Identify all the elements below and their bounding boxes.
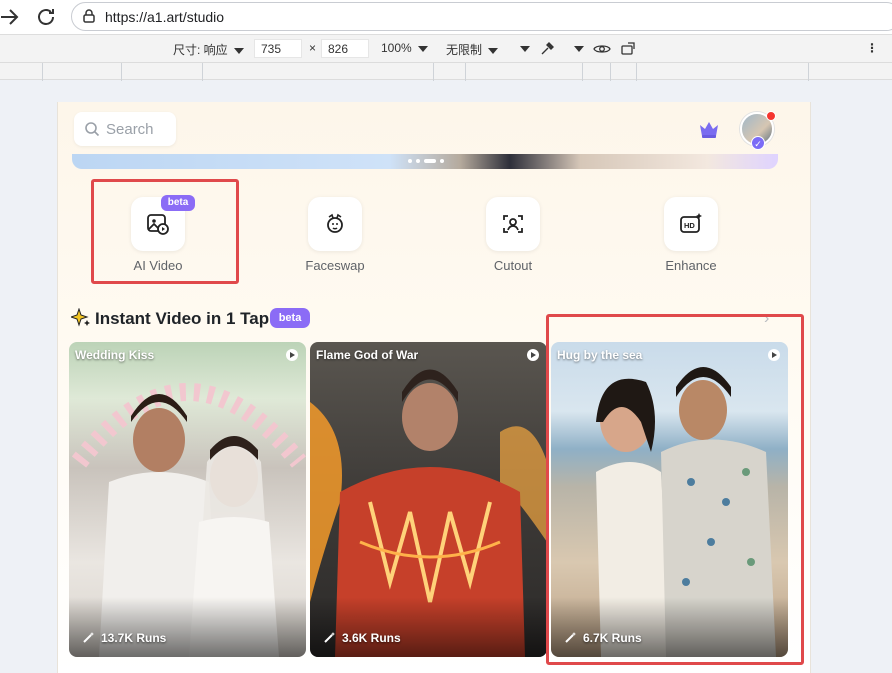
tool-label: Cutout xyxy=(493,258,533,273)
sparkle-icon xyxy=(71,308,90,327)
tool-enhance[interactable]: HD Enhance xyxy=(636,197,746,277)
devtools-device-toolbar: 尺寸: 响应 735 × 826 100% 无限制 ⋮ xyxy=(0,34,892,62)
reload-icon[interactable] xyxy=(34,5,58,29)
eye-icon[interactable] xyxy=(593,42,611,56)
dimensions-dropdown[interactable]: 尺寸: 响应 xyxy=(173,41,244,58)
card-runs: 3.6K Runs xyxy=(324,631,401,645)
faceswap-icon xyxy=(327,213,343,233)
cutout-button[interactable] xyxy=(486,197,540,251)
annotation-highlight-hug-card xyxy=(546,314,804,665)
chevron-down-icon xyxy=(520,45,530,52)
tool-label: Faceswap xyxy=(305,258,365,273)
card-title: Wedding Kiss xyxy=(75,348,155,362)
search-input[interactable]: Search xyxy=(74,112,176,146)
address-bar[interactable]: https://a1.art/studio xyxy=(71,2,892,31)
zoom-label: 100% xyxy=(381,41,412,55)
hero-banner[interactable] xyxy=(72,154,778,169)
notification-dot xyxy=(766,111,776,121)
hd-enhance-icon: HD xyxy=(680,213,702,233)
search-icon xyxy=(85,122,100,137)
faceswap-button[interactable] xyxy=(308,197,362,251)
eyedropper-icon[interactable] xyxy=(539,41,555,57)
tool-cutout[interactable]: Cutout xyxy=(458,197,568,277)
chevron-down-icon xyxy=(488,47,499,54)
card-runs: 13.7K Runs xyxy=(83,631,166,645)
enhance-button[interactable]: HD xyxy=(664,197,718,251)
chevron-down-icon xyxy=(574,45,584,52)
beta-badge: beta xyxy=(270,308,310,328)
card-title: Flame God of War xyxy=(316,348,419,362)
height-input[interactable]: 826 xyxy=(321,39,369,58)
runs-count: 3.6K Runs xyxy=(342,631,401,645)
play-icon[interactable] xyxy=(286,349,298,361)
video-card-wedding-kiss[interactable]: Wedding Kiss 13.7K Runs xyxy=(69,342,306,657)
browser-toolbar: https://a1.art/studio xyxy=(0,0,892,34)
cutout-icon xyxy=(503,215,523,233)
throttle-dropdown[interactable]: 无限制 xyxy=(446,41,499,58)
verified-check-icon: ✓ xyxy=(751,136,765,150)
tool-label: Enhance xyxy=(665,258,717,273)
forward-arrow-icon[interactable] xyxy=(0,5,22,29)
width-input[interactable]: 735 xyxy=(254,39,302,58)
svg-text:HD: HD xyxy=(684,221,695,230)
runs-count: 13.7K Runs xyxy=(101,631,167,645)
zoom-dropdown[interactable]: 100% xyxy=(381,41,428,55)
section-title-text: Instant Video in 1 Tap xyxy=(95,309,270,328)
avatar[interactable]: ✓ xyxy=(740,111,776,150)
carousel-indicator[interactable] xyxy=(408,159,448,163)
more-vertical-icon[interactable]: ⋮ xyxy=(866,41,878,55)
magic-wand-icon xyxy=(324,632,335,643)
search-placeholder: Search xyxy=(106,121,154,138)
media-query-ruler xyxy=(0,62,892,81)
tool-faceswap[interactable]: Faceswap xyxy=(280,197,390,277)
sensor-dropdown[interactable] xyxy=(568,41,584,55)
play-icon[interactable] xyxy=(527,349,539,361)
rotate-device-icon[interactable] xyxy=(620,41,638,57)
annotation-highlight-ai-video xyxy=(91,179,239,284)
url-text[interactable]: https://a1.art/studio xyxy=(105,9,224,25)
dimensions-label: 尺寸: 响应 xyxy=(173,43,228,57)
section-title: Instant Video in 1 Tap xyxy=(71,308,269,329)
chevron-down-icon xyxy=(233,47,244,54)
chevron-down-icon xyxy=(417,45,428,52)
magic-wand-icon xyxy=(83,632,94,643)
site-info-icon[interactable] xyxy=(81,8,97,24)
times-sign: × xyxy=(309,41,317,55)
video-card-flame-god-of-war[interactable]: Flame God of War 3.6K Runs xyxy=(310,342,547,657)
throttle-label: 无限制 xyxy=(446,43,483,57)
more-options-dropdown[interactable] xyxy=(514,41,530,55)
crown-icon[interactable] xyxy=(698,119,720,139)
